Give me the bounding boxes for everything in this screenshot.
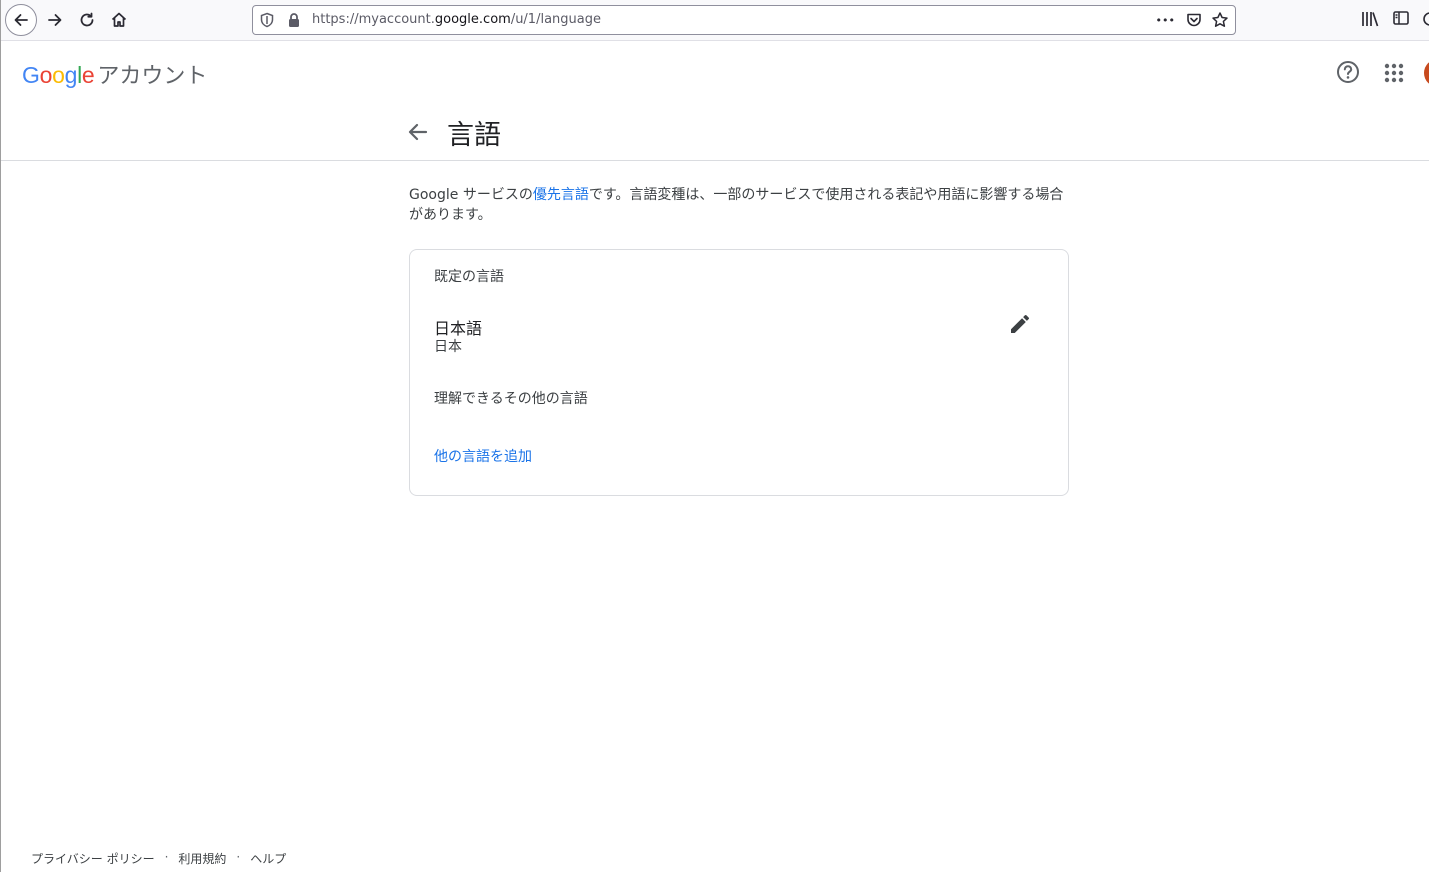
- url-bar[interactable]: https://myaccount.google.com/u/1/languag…: [252, 5, 1236, 35]
- avatar[interactable]: [1424, 59, 1429, 87]
- google-apps-icon[interactable]: [1382, 61, 1406, 85]
- bookmark-star-icon[interactable]: [1211, 11, 1229, 29]
- url-text[interactable]: https://myaccount.google.com/u/1/languag…: [312, 12, 601, 27]
- other-languages-label: 理解できるその他の言語: [434, 391, 588, 407]
- terms-link[interactable]: 利用規約: [178, 850, 226, 867]
- default-language-region: 日本: [434, 339, 462, 355]
- page: https://myaccount.google.com/u/1/languag…: [0, 0, 1429, 872]
- forward-button[interactable]: [39, 4, 71, 36]
- logo-letter: o: [52, 62, 65, 88]
- logo-letter: g: [64, 62, 78, 88]
- home-icon: [111, 12, 127, 27]
- footer: プライバシー ポリシー · 利用規約 · ヘルプ: [31, 850, 286, 867]
- footer-separator: ·: [236, 850, 241, 864]
- library-icon[interactable]: [1360, 9, 1380, 29]
- help-icon[interactable]: [1335, 59, 1361, 85]
- home-button[interactable]: [103, 4, 135, 36]
- tracking-shield-icon[interactable]: [259, 12, 275, 28]
- lock-icon[interactable]: [287, 12, 301, 28]
- reload-icon: [80, 12, 94, 27]
- arrow-right-icon: [48, 14, 62, 26]
- language-description: Google サービスの優先言語です。言語変種は、一部のサービスで使用される表記…: [409, 185, 1077, 225]
- preferred-language-link[interactable]: 優先言語: [533, 187, 589, 203]
- add-language-link[interactable]: 他の言語を追加: [434, 446, 532, 466]
- pocket-icon[interactable]: [1185, 11, 1203, 29]
- page-title-bar: 言語: [1, 105, 1429, 161]
- language-card: 既定の言語 日本語 日本 理解できるその他の言語 他の言語を追加: [409, 249, 1069, 496]
- sidebar-icon[interactable]: [1392, 9, 1410, 27]
- description-text-start: Google サービスの: [409, 187, 533, 203]
- page-title: 言語: [447, 120, 501, 151]
- privacy-policy-link[interactable]: プライバシー ポリシー: [31, 850, 155, 867]
- footer-separator: ·: [164, 850, 169, 864]
- extension-icon[interactable]: [1422, 9, 1429, 29]
- default-language-label: 既定の言語: [434, 269, 504, 285]
- logo-letter: e: [81, 62, 95, 88]
- google-account-header: Google アカウント: [1, 41, 1429, 105]
- google-account-logo[interactable]: Google アカウント: [22, 58, 207, 90]
- back-button[interactable]: [5, 4, 37, 36]
- logo-letter: o: [39, 62, 53, 88]
- help-link[interactable]: ヘルプ: [250, 850, 286, 867]
- page-actions-icon[interactable]: •••: [1156, 14, 1175, 27]
- arrow-left-icon: [14, 14, 28, 26]
- browser-toolbar: https://myaccount.google.com/u/1/languag…: [1, 0, 1429, 41]
- url-prefix: https://myaccount.: [312, 12, 435, 27]
- account-label: アカウント: [97, 64, 208, 89]
- url-domain: google.com: [434, 12, 511, 27]
- edit-pencil-icon[interactable]: [1008, 312, 1032, 336]
- logo-letter: G: [22, 62, 40, 88]
- reload-button[interactable]: [71, 4, 103, 36]
- back-arrow-icon[interactable]: [406, 120, 430, 144]
- url-suffix: /u/1/language: [510, 12, 601, 27]
- google-wordmark: Google: [22, 62, 95, 88]
